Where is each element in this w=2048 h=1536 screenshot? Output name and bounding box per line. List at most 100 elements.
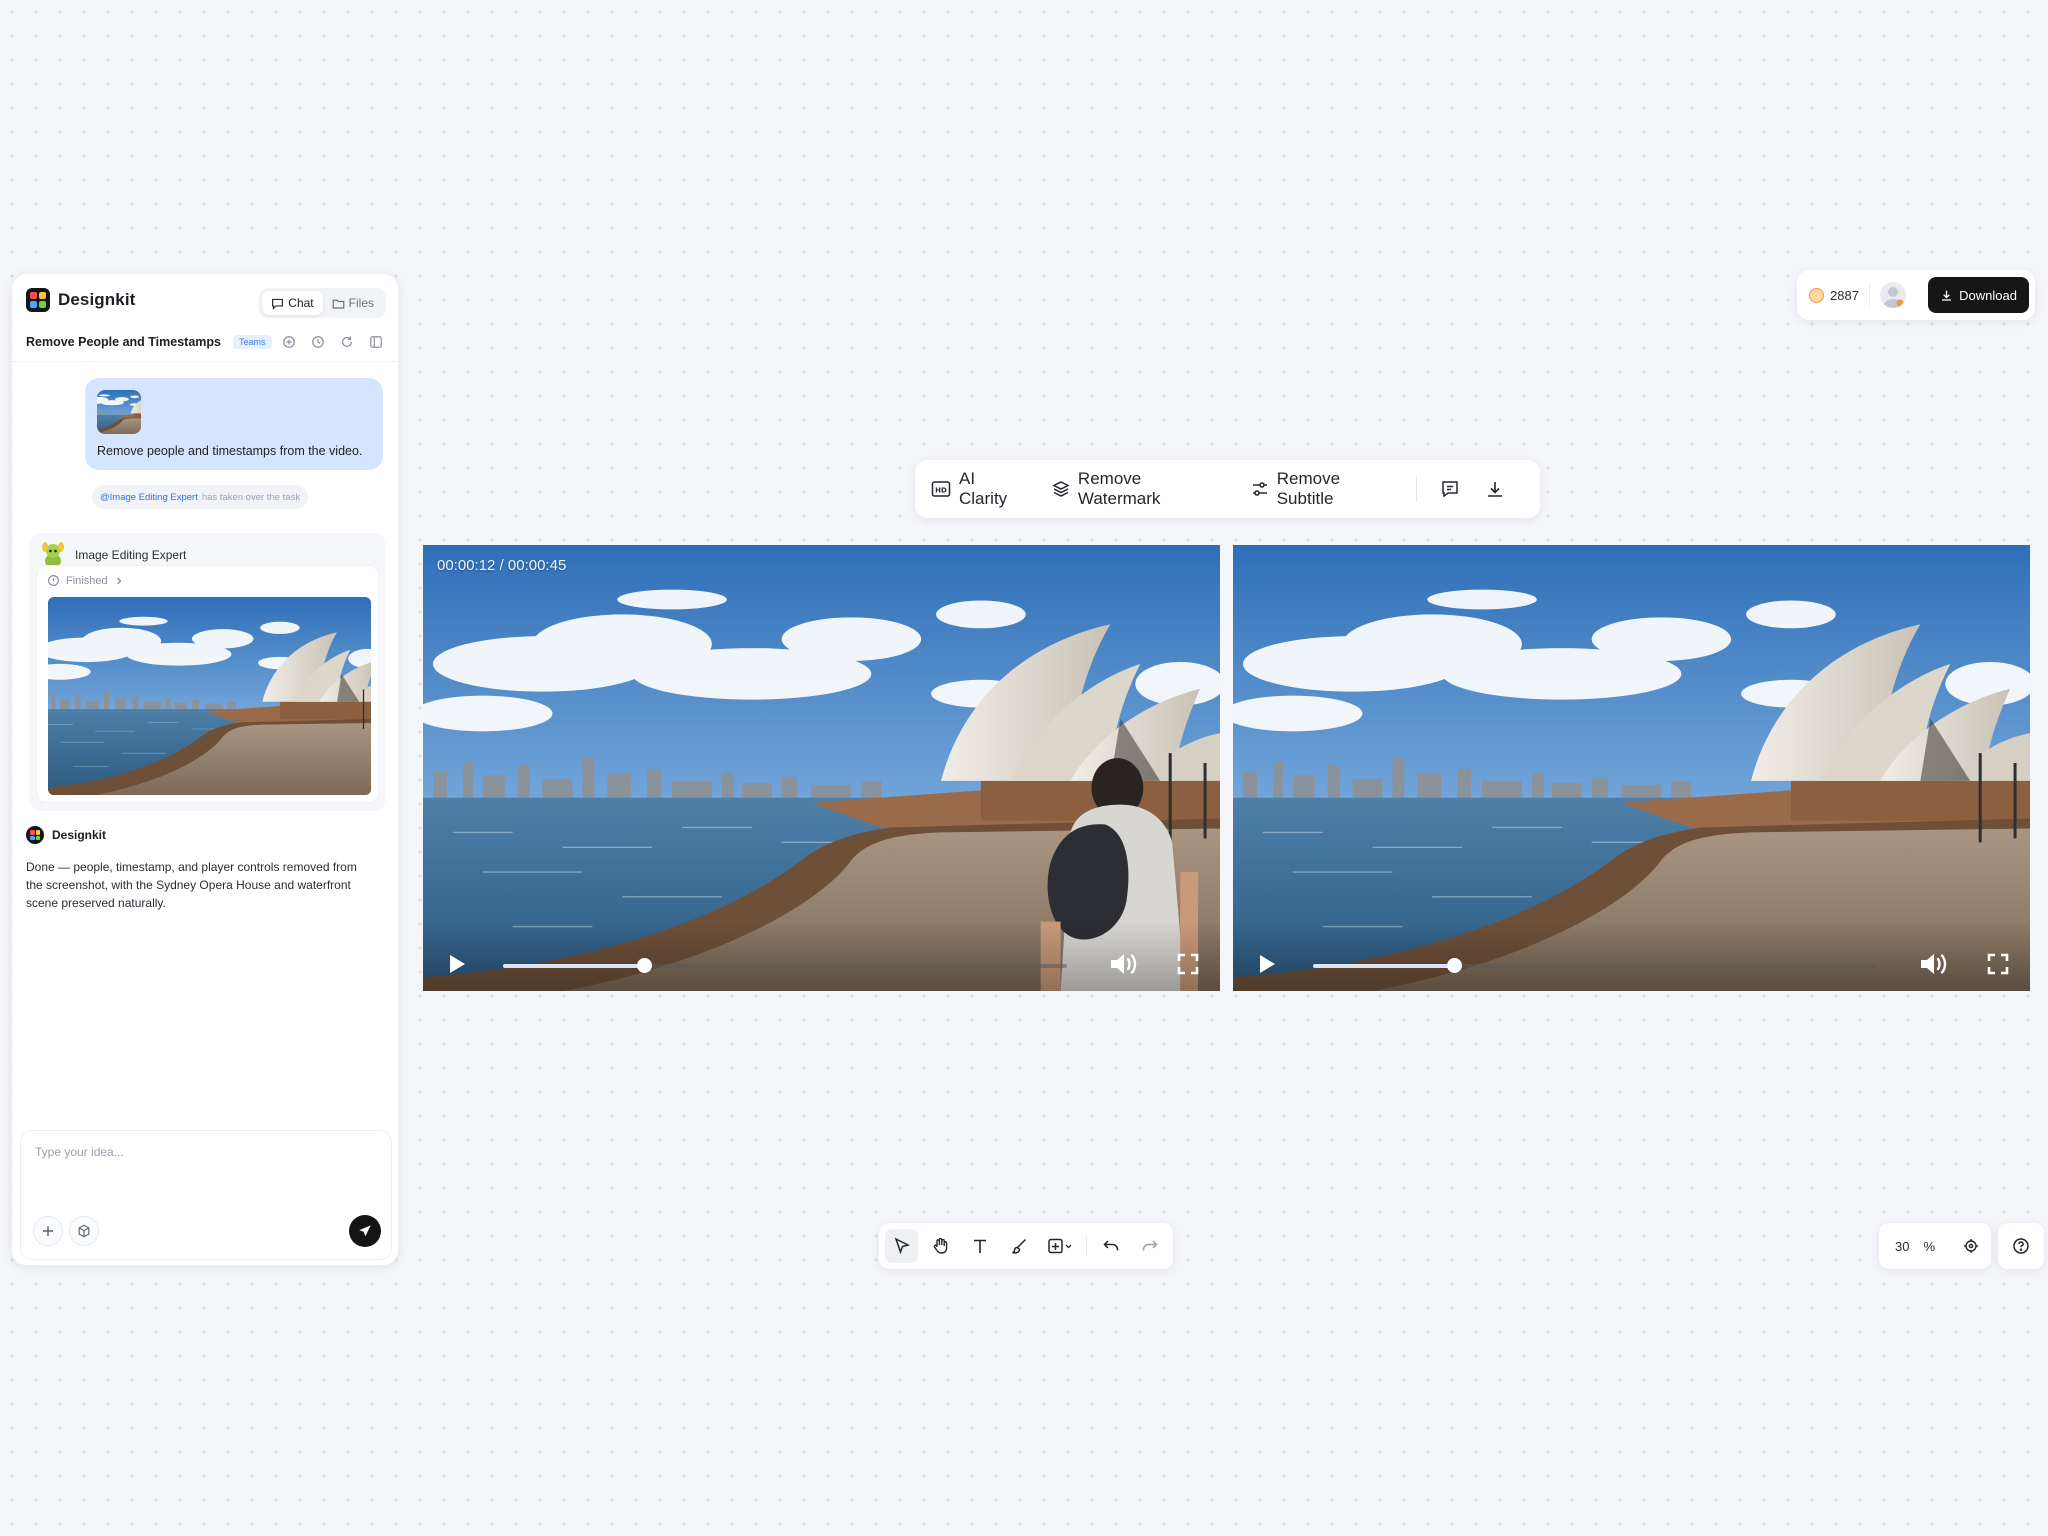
remove-watermark-label: Remove Watermark <box>1077 469 1161 508</box>
handoff-text: has taken over the task <box>201 491 301 503</box>
tab-files[interactable]: Files <box>323 291 383 315</box>
remove-watermark-button[interactable]: Remove Watermark <box>1052 469 1225 509</box>
toolbar-divider <box>1416 476 1418 502</box>
teams-badge: Teams <box>232 335 272 349</box>
remove-subtitle-button[interactable]: Remove Subtitle <box>1251 469 1399 509</box>
send-icon <box>358 1224 372 1238</box>
undo-icon <box>1102 1237 1120 1255</box>
brand-name: Designkit <box>58 290 136 309</box>
task-title: Remove People and Timestamps <box>26 335 221 349</box>
task-titlebar: Remove People and Timestamps Teams <box>26 332 386 352</box>
tab-chat-label: Chat <box>288 296 314 310</box>
insert-tool[interactable] <box>1041 1229 1078 1263</box>
fullscreen-icon[interactable] <box>1177 953 1199 975</box>
expert-name: Image Editing Expert <box>75 548 187 562</box>
toolbar-download-button[interactable] <box>1481 474 1510 504</box>
seek-handle[interactable] <box>1447 958 1462 973</box>
redo-icon <box>1141 1237 1159 1255</box>
expert-result-card: Image Editing Expert Finished <box>29 533 386 811</box>
comment-icon <box>1440 479 1460 499</box>
cursor-icon <box>893 1237 911 1255</box>
model-button[interactable] <box>69 1216 99 1246</box>
seek-bar[interactable] <box>503 958 1067 973</box>
video-player-result[interactable] <box>1233 545 2030 991</box>
task-status[interactable]: Finished <box>47 574 124 587</box>
hand-tool[interactable] <box>924 1229 957 1263</box>
text-tool[interactable] <box>963 1229 996 1263</box>
play-icon[interactable] <box>1257 953 1277 975</box>
credits[interactable]: 2887 <box>1809 287 1859 303</box>
tools-divider <box>1085 1235 1087 1257</box>
composer[interactable]: Type your idea... <box>20 1130 392 1260</box>
cube-icon <box>77 1224 91 1238</box>
remove-subtitle-label: Remove Subtitle <box>1276 469 1341 508</box>
assistant-reply-header: Designkit <box>26 826 106 844</box>
tab-chat[interactable]: Chat <box>262 291 323 315</box>
view-switcher: Chat Files <box>259 288 386 318</box>
composer-input[interactable]: Type your idea... <box>35 1145 124 1159</box>
seek-handle[interactable] <box>637 958 652 973</box>
fit-to-screen-icon[interactable] <box>1963 1238 1979 1254</box>
video-player-original[interactable]: 00:00:12 / 00:00:45 <box>423 545 1220 991</box>
header-divider <box>12 361 398 362</box>
attach-button[interactable] <box>33 1216 63 1246</box>
download-icon <box>1485 479 1505 499</box>
expert-output: Finished <box>36 565 379 803</box>
brand-logo <box>26 288 50 312</box>
chat-icon <box>271 297 284 310</box>
seek-bar[interactable] <box>1313 958 1877 973</box>
avatar[interactable] <box>1879 282 1906 308</box>
download-icon <box>1940 289 1953 302</box>
help-button[interactable] <box>1998 1223 2044 1269</box>
zoom-control[interactable]: 30 % <box>1879 1223 1991 1269</box>
select-tool[interactable] <box>885 1229 919 1263</box>
new-chat-icon[interactable] <box>279 332 299 352</box>
handoff-note: @Image Editing Expert has taken over the… <box>92 485 309 509</box>
play-icon[interactable] <box>447 953 467 975</box>
hd-icon: HD <box>931 480 951 498</box>
status-text: Finished <box>66 574 108 587</box>
hand-icon <box>932 1237 950 1255</box>
chat-panel: Designkit Chat Files Remove People and T… <box>11 273 399 1266</box>
text-icon <box>971 1237 989 1255</box>
assistant-name: Designkit <box>52 828 107 842</box>
ai-toolbar: HD AI Clarity Remove Watermark Remove Su… <box>915 460 1540 518</box>
brush-tool[interactable] <box>1002 1229 1035 1263</box>
zoom-unit: % <box>1923 1238 1936 1254</box>
seek-progress <box>1313 964 1454 968</box>
send-button[interactable] <box>349 1215 381 1247</box>
user-message: Remove people and timestamps from the vi… <box>85 378 383 470</box>
volume-icon[interactable] <box>1919 951 1949 977</box>
undo-button[interactable] <box>1095 1229 1128 1263</box>
account-bar: 2887 Download <box>1797 270 2035 320</box>
credits-value: 2887 <box>1830 287 1859 303</box>
attached-image[interactable] <box>97 390 141 434</box>
ai-clarity-label: AI Clarity <box>959 469 1008 508</box>
tab-files-label: Files <box>348 296 374 310</box>
help-icon <box>2012 1237 2030 1255</box>
brand[interactable]: Designkit <box>26 288 135 312</box>
download-button[interactable]: Download <box>1928 277 2029 313</box>
history-icon[interactable] <box>308 332 328 352</box>
canvas-toolbar <box>879 1223 1173 1269</box>
fullscreen-icon[interactable] <box>1987 953 2009 975</box>
redo-button[interactable] <box>1134 1229 1167 1263</box>
result-image[interactable] <box>48 597 371 795</box>
layers-icon <box>1052 480 1070 498</box>
volume-icon[interactable] <box>1109 951 1139 977</box>
expert-mention[interactable]: @Image Editing Expert <box>100 492 198 503</box>
user-message-text: Remove people and timestamps from the vi… <box>97 444 363 458</box>
comment-button[interactable] <box>1435 474 1464 504</box>
assistant-reply-text: Done — people, timestamp, and player con… <box>26 860 357 910</box>
ai-clarity-button[interactable]: HD AI Clarity <box>931 469 1026 509</box>
plus-icon <box>41 1224 55 1238</box>
collapse-panel-icon[interactable] <box>366 332 386 352</box>
folder-icon <box>332 297 345 310</box>
svg-text:HD: HD <box>935 487 947 495</box>
chevron-right-icon <box>114 576 124 586</box>
sliders-icon <box>1251 480 1269 498</box>
status-icon <box>47 574 60 587</box>
zoom-value[interactable]: 30 <box>1895 1239 1909 1254</box>
refresh-icon[interactable] <box>337 332 357 352</box>
brush-icon <box>1010 1237 1028 1255</box>
